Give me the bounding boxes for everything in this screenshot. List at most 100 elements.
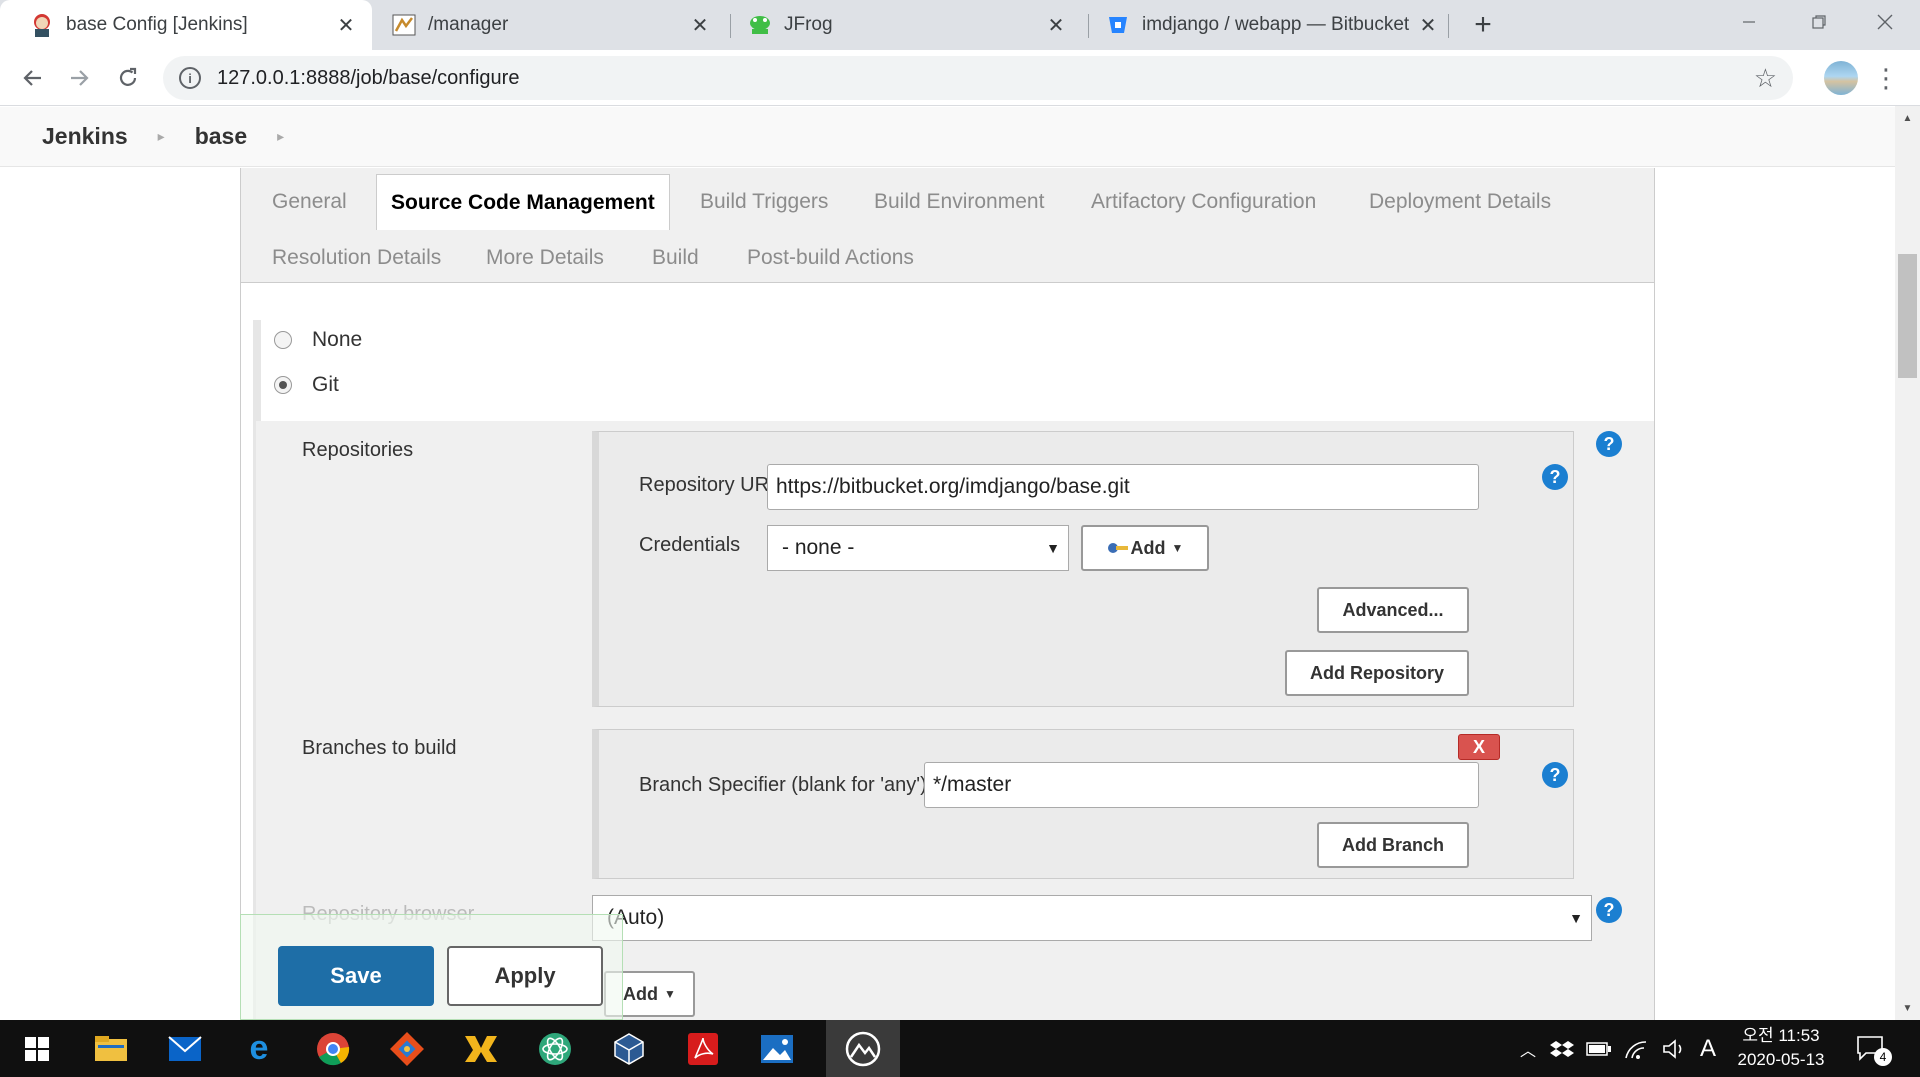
taskbar-mail[interactable] [148, 1020, 222, 1077]
dropdown-caret-icon: ▼ [1171, 541, 1184, 555]
tab-deployment-details[interactable]: Deployment Details [1369, 174, 1551, 230]
tab-source-code-management[interactable]: Source Code Management [376, 174, 670, 230]
add-branch-button[interactable]: Add Branch [1317, 822, 1469, 868]
help-icon[interactable]: ? [1542, 464, 1568, 490]
restore-button[interactable] [1784, 0, 1854, 44]
taskbar-chrome[interactable] [296, 1020, 370, 1077]
branches-to-build-label: Branches to build [302, 737, 457, 759]
tab-more-details[interactable]: More Details [486, 230, 604, 286]
browser-tab-strip: base Config [Jenkins] ✕ /manager ✕ JFrog… [0, 0, 1920, 50]
add-repository-button[interactable]: Add Repository [1285, 650, 1469, 696]
jenkins-breadcrumb: Jenkins ▸ base ▸ [0, 107, 1895, 167]
browser-tab-manager[interactable]: /manager ✕ [362, 0, 726, 50]
url-text[interactable]: 127.0.0.1:8888/job/base/configure [217, 67, 519, 90]
tab-general[interactable]: General [272, 174, 347, 230]
radio-git[interactable] [274, 376, 292, 394]
page-scrollbar[interactable]: ▲ ▼ [1895, 106, 1920, 1020]
bitbucket-icon [1106, 13, 1130, 37]
bookmark-star-icon[interactable]: ☆ [1754, 63, 1777, 94]
close-tab-icon[interactable]: ✕ [686, 11, 714, 39]
action-center-button[interactable]: 4 [1856, 1020, 1892, 1077]
tomcat-icon [392, 13, 416, 37]
tab-post-build-actions[interactable]: Post-build Actions [747, 230, 914, 286]
tab-title: JFrog [784, 14, 833, 35]
repository-url-input[interactable]: https://bitbucket.org/imdjango/base.git [767, 464, 1479, 510]
breadcrumb-base[interactable]: base [195, 123, 247, 150]
help-icon[interactable]: ? [1542, 762, 1568, 788]
scrollbar-thumb[interactable] [1898, 254, 1917, 378]
tab-resolution-details[interactable]: Resolution Details [272, 230, 441, 286]
start-button[interactable] [0, 1020, 74, 1077]
browser-tab-jenkins[interactable]: base Config [Jenkins] ✕ [0, 0, 372, 50]
scm-option-git[interactable]: Git [274, 373, 339, 397]
scroll-down-icon[interactable]: ▼ [1895, 998, 1920, 1018]
taskbar-virtualbox[interactable] [592, 1020, 666, 1077]
credentials-value: - none - [782, 536, 855, 559]
close-tab-icon[interactable]: ✕ [1042, 11, 1070, 39]
help-icon[interactable]: ? [1596, 897, 1622, 923]
help-icon[interactable]: ? [1596, 431, 1622, 457]
close-window-button[interactable] [1850, 0, 1920, 44]
taskbar-atom[interactable] [518, 1020, 592, 1077]
show-hidden-icons-icon[interactable]: ︿ [1520, 1037, 1536, 1061]
mail-icon [168, 1035, 202, 1061]
repository-block: Repository URL https://bitbucket.org/imd… [592, 431, 1574, 707]
taskbar-clock[interactable]: 오전 11:53 2020-05-13 [1726, 1024, 1836, 1072]
profile-avatar[interactable] [1824, 61, 1858, 95]
key-icon [1107, 543, 1128, 553]
browser-tab-bitbucket[interactable]: imdjango / webapp — Bitbucket ✕ [1076, 0, 1454, 50]
dropbox-icon[interactable] [1550, 1039, 1575, 1059]
taskbar-app-yellow[interactable] [444, 1020, 518, 1077]
taskbar-file-explorer[interactable] [74, 1020, 148, 1077]
save-button[interactable]: Save [278, 946, 434, 1006]
radio-none[interactable] [274, 331, 292, 349]
new-tab-button[interactable]: + [1466, 8, 1500, 42]
browser-menu-icon[interactable]: ⋮ [1873, 60, 1899, 96]
address-bar[interactable]: i 127.0.0.1:8888/job/base/configure ☆ [163, 56, 1793, 100]
close-tab-icon[interactable]: ✕ [1414, 11, 1442, 39]
close-tab-icon[interactable]: ✕ [332, 11, 360, 39]
breadcrumb-arrow-icon[interactable]: ▸ [277, 128, 284, 145]
jenkins-icon [30, 13, 54, 37]
tab-build-environment[interactable]: Build Environment [874, 174, 1044, 230]
back-button[interactable] [14, 60, 50, 96]
branch-block: X Branch Specifier (blank for 'any') */m… [592, 729, 1574, 879]
taskbar-acrobat[interactable] [666, 1020, 740, 1077]
breadcrumb-jenkins[interactable]: Jenkins [42, 123, 128, 150]
advanced-button[interactable]: Advanced... [1317, 587, 1469, 633]
breadcrumb-arrow-icon[interactable]: ▸ [158, 128, 165, 145]
add-credentials-button[interactable]: Add ▼ [1081, 525, 1209, 571]
forward-button[interactable] [62, 60, 98, 96]
system-tray: ︿ A [1520, 1020, 1726, 1077]
apply-button[interactable]: Apply [447, 946, 603, 1006]
browser-tab-jfrog[interactable]: JFrog ✕ [718, 0, 1082, 50]
taskbar-sourcetree[interactable] [370, 1020, 444, 1077]
taskbar-active-app[interactable] [826, 1020, 900, 1077]
wifi-icon[interactable] [1624, 1038, 1650, 1060]
scm-option-label: None [312, 328, 363, 351]
tab-divider [1448, 14, 1449, 38]
battery-icon[interactable] [1586, 1040, 1612, 1058]
tab-artifactory-configuration[interactable]: Artifactory Configuration [1091, 174, 1316, 230]
ime-indicator[interactable]: A [1700, 1035, 1716, 1063]
taskbar-edge[interactable]: e [222, 1020, 296, 1077]
branch-specifier-input[interactable]: */master [924, 762, 1479, 808]
reload-button[interactable] [110, 60, 146, 96]
credentials-select[interactable]: - none - ▼ [767, 525, 1069, 571]
atom-icon [539, 1032, 571, 1065]
dropdown-caret-icon: ▼ [1046, 540, 1060, 556]
dropdown-caret-icon: ▼ [664, 987, 676, 1001]
tab-build[interactable]: Build [652, 230, 699, 286]
delete-branch-button[interactable]: X [1458, 734, 1500, 760]
taskbar-photos[interactable] [740, 1020, 814, 1077]
minimize-button[interactable] [1714, 0, 1784, 44]
tab-build-triggers[interactable]: Build Triggers [700, 174, 828, 230]
site-info-icon[interactable]: i [179, 67, 201, 89]
tab-title: /manager [428, 14, 509, 35]
forward-arrow-icon [71, 70, 89, 86]
scroll-up-icon[interactable]: ▲ [1895, 108, 1920, 128]
volume-icon[interactable] [1662, 1038, 1688, 1060]
folder-icon [95, 1035, 127, 1061]
repository-browser-select[interactable]: (Auto) ▼ [592, 895, 1592, 941]
scm-option-none[interactable]: None [274, 328, 362, 352]
